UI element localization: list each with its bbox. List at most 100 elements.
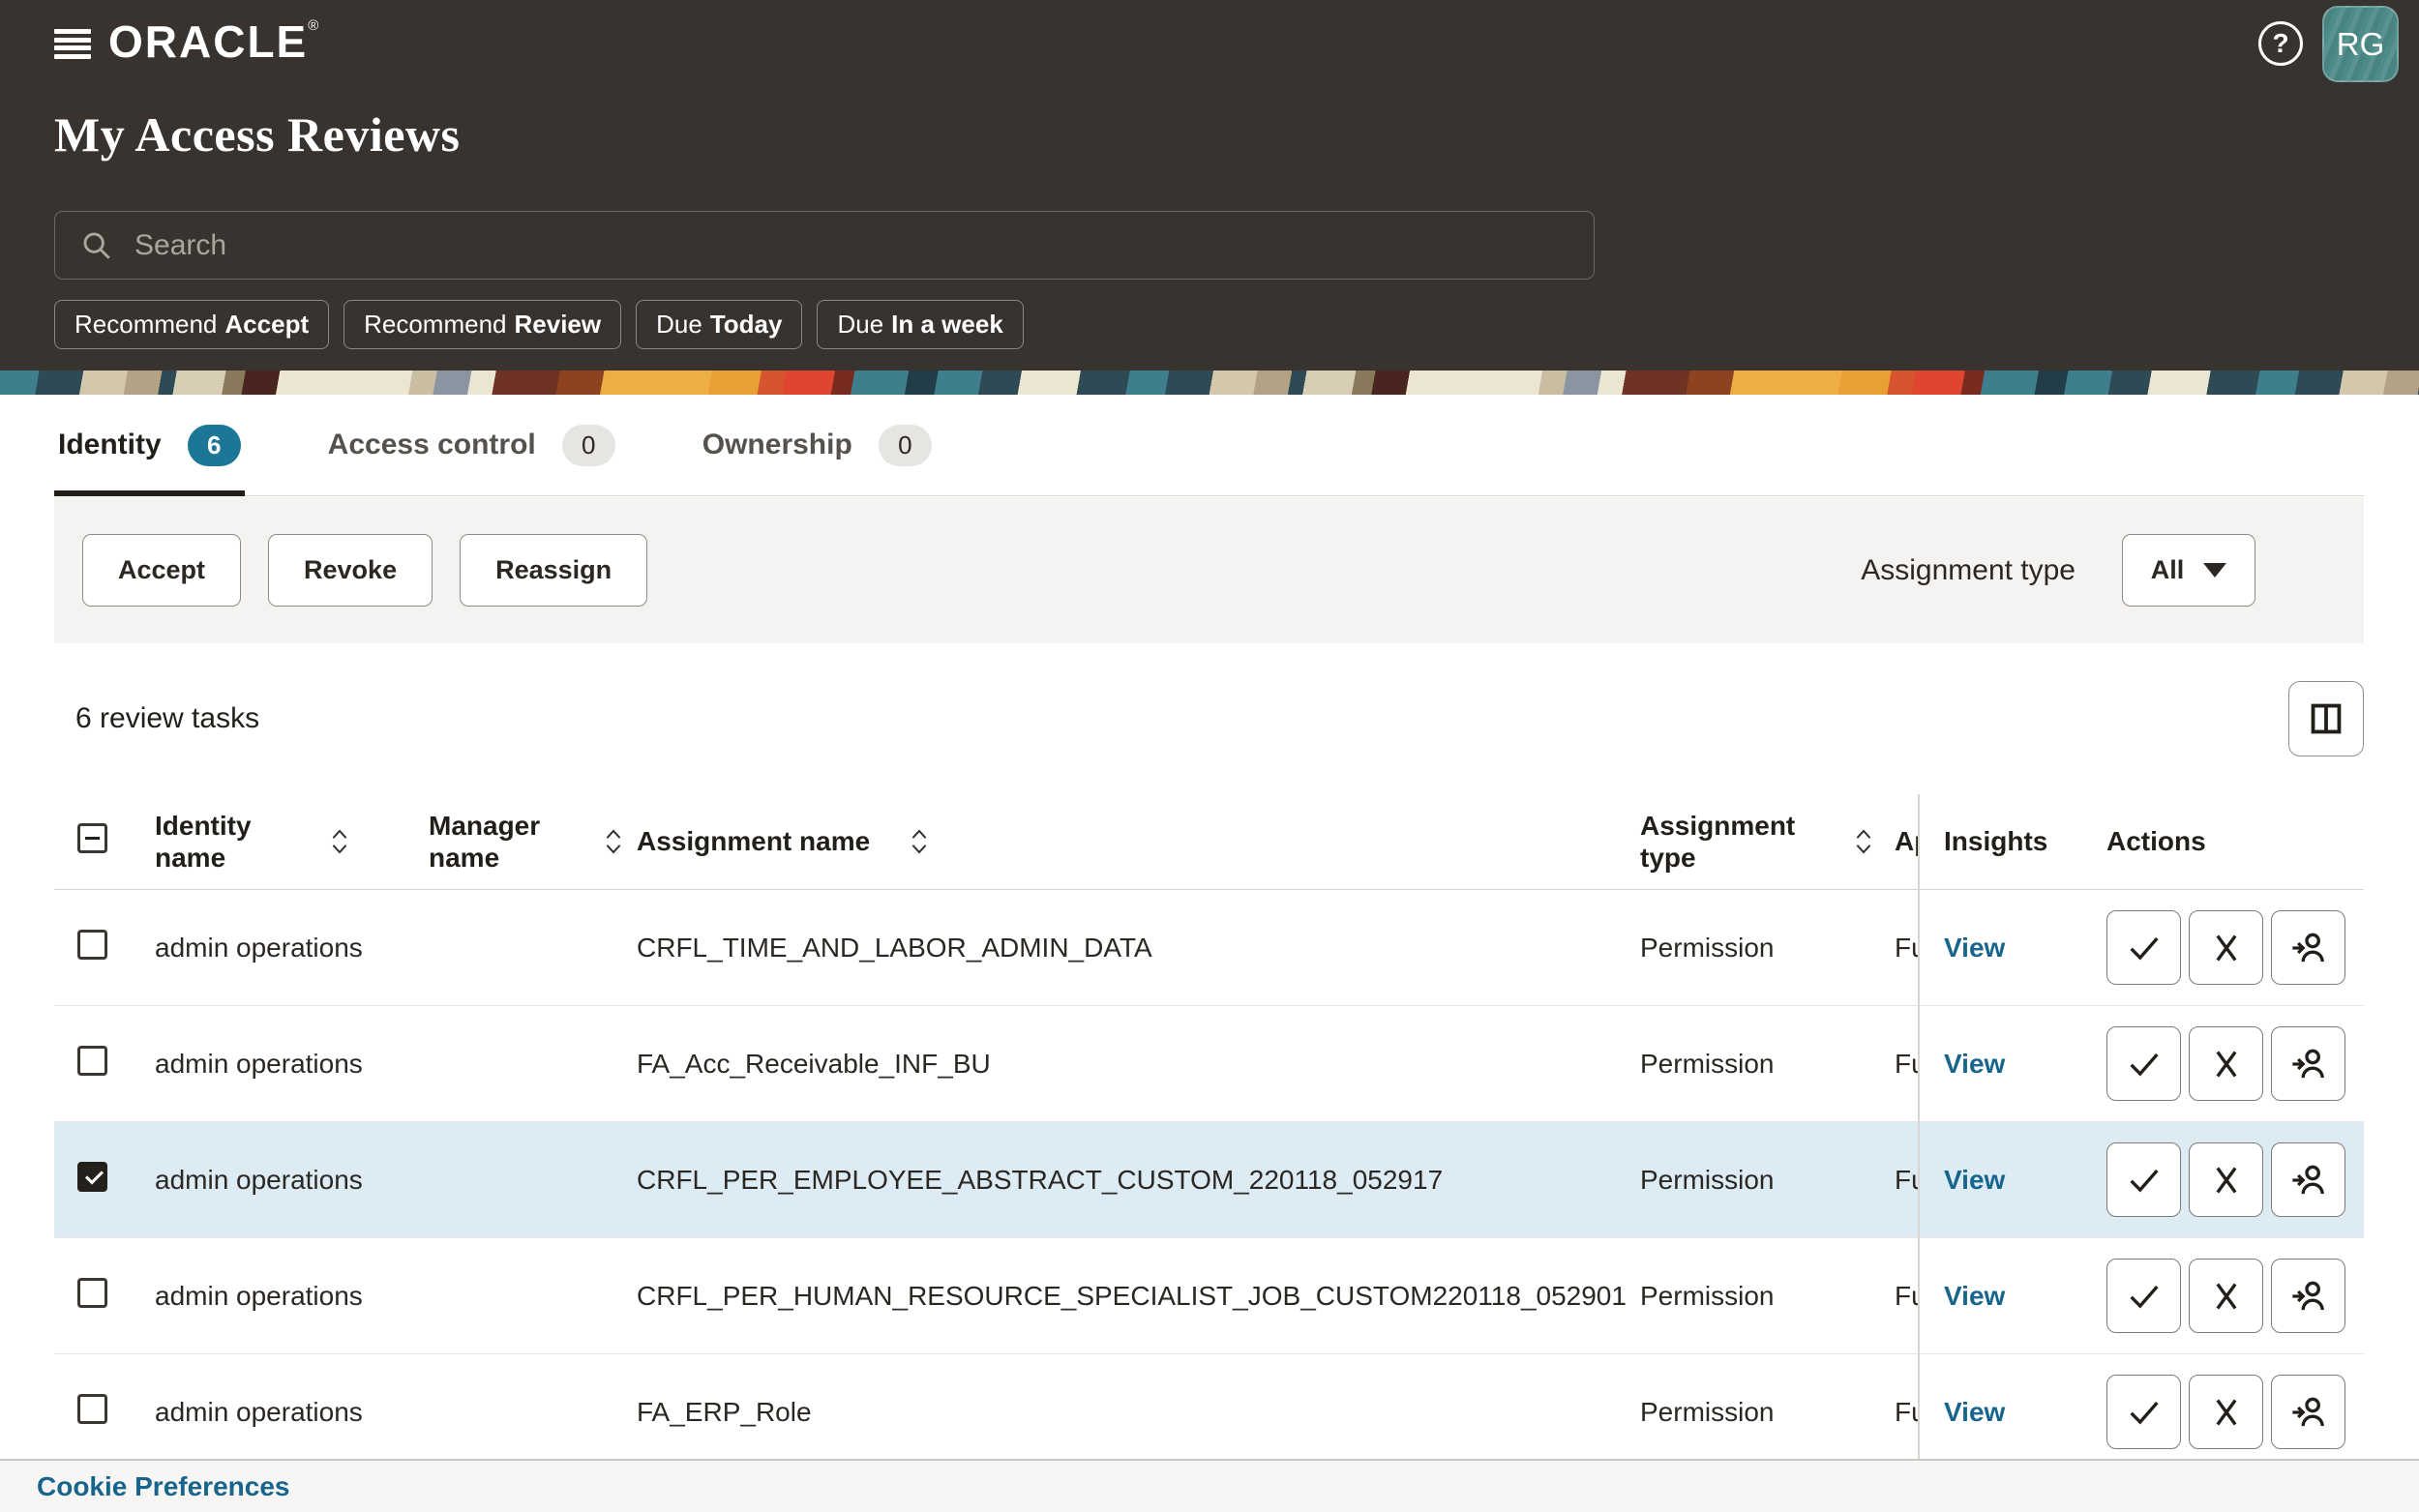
reassign-button[interactable]: Reassign <box>460 534 647 607</box>
col-insights: Insights <box>1920 826 2082 857</box>
chip-due-week[interactable]: DueIn a week <box>817 300 1023 349</box>
row-reassign-button[interactable] <box>2271 910 2345 985</box>
sort-icon[interactable] <box>603 827 624 856</box>
table-row: admin operations CRFL_PER_EMPLOYEE_ABSTR… <box>54 1122 2364 1238</box>
avatar[interactable]: RG <box>2322 6 2399 82</box>
row-revoke-button[interactable] <box>2189 1375 2263 1449</box>
table-row: admin operations CRFL_TIME_AND_LABOR_ADM… <box>54 890 2364 1006</box>
cell-assignment: FA_Acc_Receivable_INF_BU <box>637 1049 1640 1080</box>
footer: Cookie Preferences <box>0 1459 2419 1512</box>
topbar: ORACLE® ? RG My Access Reviews Recommend… <box>0 0 2419 371</box>
tab-identity[interactable]: Identity 6 <box>54 395 245 495</box>
check-icon <box>2125 1045 2164 1083</box>
row-accept-button[interactable] <box>2106 1375 2181 1449</box>
col-actions: Actions <box>2082 826 2364 857</box>
cell-identity: admin operations <box>155 1165 429 1196</box>
table-row: admin operations FA_Acc_Receivable_INF_B… <box>54 1006 2364 1122</box>
reassign-user-icon <box>2289 929 2328 967</box>
row-revoke-button[interactable] <box>2189 1026 2263 1101</box>
manage-columns-button[interactable] <box>2288 681 2364 756</box>
cookie-preferences-link[interactable]: Cookie Preferences <box>37 1471 289 1502</box>
col-assignment-name: Assignment name <box>637 825 870 857</box>
row-accept-button[interactable] <box>2106 1026 2181 1101</box>
row-reassign-button[interactable] <box>2271 1375 2345 1449</box>
table-row: admin operations CRFL_PER_HUMAN_RESOURCE… <box>54 1238 2364 1354</box>
cell-assignment: CRFL_PER_EMPLOYEE_ABSTRACT_CUSTOM_220118… <box>637 1165 1640 1196</box>
cell-type: Permission <box>1640 1397 1895 1428</box>
row-revoke-button[interactable] <box>2189 910 2263 985</box>
row-reassign-button[interactable] <box>2271 1142 2345 1217</box>
chip-recommend-accept[interactable]: RecommendAccept <box>54 300 329 349</box>
row-reassign-button[interactable] <box>2271 1259 2345 1333</box>
cell-app-clipped: Fu <box>1895 933 1920 964</box>
sort-icon[interactable] <box>329 827 350 856</box>
row-checkbox[interactable] <box>77 1278 107 1308</box>
close-icon <box>2207 1045 2246 1083</box>
row-accept-button[interactable] <box>2106 1142 2181 1217</box>
table-header: Identity name Manager name Assignment na… <box>54 794 2364 890</box>
row-accept-button[interactable] <box>2106 910 2181 985</box>
registered-mark: ® <box>308 17 320 34</box>
summary-row: 6 review tasks <box>54 643 2364 794</box>
view-link[interactable]: View <box>1944 933 2005 963</box>
sort-icon[interactable] <box>909 827 930 856</box>
col-manager-name: Manager name <box>429 810 564 874</box>
tab-access-control[interactable]: Access control 0 <box>324 395 619 495</box>
col-app-clipped: Ap <box>1895 826 1920 857</box>
banner-image <box>0 371 2419 395</box>
select-all-checkbox[interactable] <box>77 823 107 853</box>
revoke-button[interactable]: Revoke <box>268 534 433 607</box>
cell-app-clipped: Fu <box>1895 1281 1920 1312</box>
view-link[interactable]: View <box>1944 1049 2005 1079</box>
reassign-user-icon <box>2289 1277 2328 1316</box>
column-divider[interactable] <box>1918 794 1920 1461</box>
search-input[interactable] <box>134 229 1568 262</box>
view-link[interactable]: View <box>1944 1397 2005 1427</box>
row-checkbox[interactable] <box>77 930 107 960</box>
close-icon <box>2207 1161 2246 1200</box>
row-revoke-button[interactable] <box>2189 1259 2263 1333</box>
chevron-down-icon <box>2203 563 2226 578</box>
row-reassign-button[interactable] <box>2271 1026 2345 1101</box>
sort-icon[interactable] <box>1853 827 1874 856</box>
reassign-user-icon <box>2289 1161 2328 1200</box>
cell-identity: admin operations <box>155 1049 429 1080</box>
oracle-logo: ORACLE® <box>108 15 320 68</box>
check-icon <box>2125 1161 2164 1200</box>
tab-ownership[interactable]: Ownership 0 <box>699 395 936 495</box>
chip-recommend-review[interactable]: RecommendReview <box>343 300 621 349</box>
reassign-user-icon <box>2289 1045 2328 1083</box>
chip-due-today[interactable]: DueToday <box>636 300 802 349</box>
cell-assignment: CRFL_TIME_AND_LABOR_ADMIN_DATA <box>637 933 1640 964</box>
row-checkbox[interactable] <box>77 1394 107 1424</box>
check-icon <box>2125 929 2164 967</box>
columns-icon <box>2308 700 2344 737</box>
review-table: Identity name Manager name Assignment na… <box>54 794 2364 1470</box>
tab-bar: Identity 6 Access control 0 Ownership 0 <box>54 395 2364 496</box>
row-checkbox[interactable] <box>77 1162 107 1192</box>
cell-assignment: FA_ERP_Role <box>637 1397 1640 1428</box>
cell-identity: admin operations <box>155 1397 429 1428</box>
row-revoke-button[interactable] <box>2189 1142 2263 1217</box>
row-accept-button[interactable] <box>2106 1259 2181 1333</box>
tab-access-control-count: 0 <box>562 425 615 466</box>
col-identity-name: Identity name <box>155 810 290 874</box>
tab-ownership-count: 0 <box>879 425 932 466</box>
help-icon[interactable]: ? <box>2258 21 2303 66</box>
cell-type: Permission <box>1640 1049 1895 1080</box>
row-checkbox[interactable] <box>77 1046 107 1076</box>
view-link[interactable]: View <box>1944 1281 2005 1311</box>
cell-type: Permission <box>1640 933 1895 964</box>
cell-assignment: CRFL_PER_HUMAN_RESOURCE_SPECIALIST_JOB_C… <box>637 1281 1640 1312</box>
close-icon <box>2207 929 2246 967</box>
menu-icon[interactable] <box>54 29 91 59</box>
cell-identity: admin operations <box>155 933 429 964</box>
search-box[interactable] <box>54 211 1595 280</box>
view-link[interactable]: View <box>1944 1165 2005 1195</box>
accept-button[interactable]: Accept <box>82 534 241 607</box>
close-icon <box>2207 1393 2246 1432</box>
check-icon <box>2125 1277 2164 1316</box>
assignment-type-dropdown[interactable]: All <box>2122 534 2255 607</box>
cell-app-clipped: Fu <box>1895 1165 1920 1196</box>
cell-type: Permission <box>1640 1281 1895 1312</box>
